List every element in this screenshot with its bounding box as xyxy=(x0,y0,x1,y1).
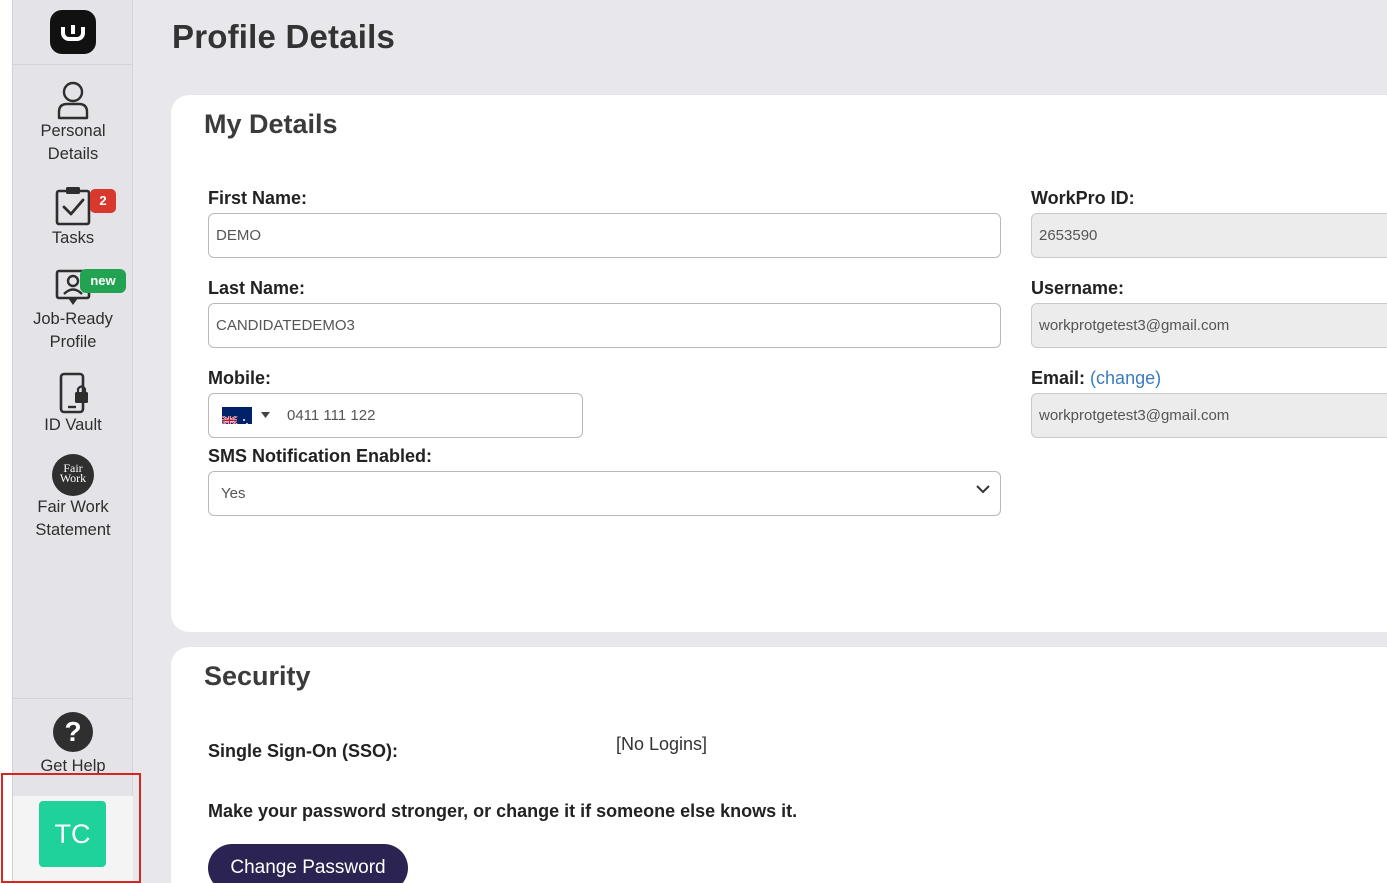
sidebar-item-label: Personal xyxy=(40,122,106,140)
sidebar: Personal Details 2 Tasks new Job-Ready P… xyxy=(13,0,133,883)
email-field: workprotgetest3@gmail.com xyxy=(1031,393,1387,438)
mobile-number-value: 0411 111 122 xyxy=(287,407,376,424)
help-question-icon: ? xyxy=(53,712,93,752)
sidebar-item-label: Get Help xyxy=(40,757,106,775)
sso-label: Single Sign-On (SSO): xyxy=(208,741,398,761)
first-name-field[interactable]: DEMO xyxy=(208,213,1001,258)
sidebar-divider xyxy=(13,698,133,699)
sidebar-item-label: Tasks xyxy=(51,229,95,247)
chevron-down-icon xyxy=(976,485,990,494)
section-title: My Details xyxy=(204,109,338,139)
sms-label: SMS Notification Enabled: xyxy=(208,446,433,466)
logo-text: Work xyxy=(59,471,87,485)
logo-area xyxy=(13,0,132,65)
email-label: Email: xyxy=(1031,368,1086,388)
user-avatar-area: TC xyxy=(13,796,133,883)
last-name-field[interactable]: CANDIDATEDEMO3 xyxy=(208,303,1001,348)
phone-lock-icon xyxy=(59,372,88,414)
security-card: Security Single Sign-On (SSO): [No Login… xyxy=(171,647,1387,883)
new-badge: new xyxy=(80,269,126,293)
sidebar-item-tasks[interactable]: 2 Tasks xyxy=(13,185,133,250)
sidebar-item-get-help[interactable]: ? Get Help xyxy=(13,712,133,778)
sidebar-item-label: Details xyxy=(47,145,99,163)
tasks-count-badge: 2 xyxy=(90,189,116,213)
sms-notification-select[interactable]: Yes xyxy=(208,471,1001,516)
sidebar-item-fair-work-statement[interactable]: Fair Work Fair Work Statement xyxy=(13,454,133,542)
workpro-id-field: 2653590 xyxy=(1031,213,1387,258)
section-title: Security xyxy=(204,661,311,691)
sidebar-item-label: ID Vault xyxy=(44,416,102,434)
mobile-label: Mobile: xyxy=(208,368,271,388)
email-label-row: Email: (change) xyxy=(1031,368,1161,389)
username-label: Username: xyxy=(1031,278,1125,298)
email-change-link[interactable]: (change) xyxy=(1090,368,1161,388)
sidebar-item-label: Statement xyxy=(35,521,111,539)
username-field: workprotgetest3@gmail.com xyxy=(1031,303,1387,348)
caret-down-icon[interactable] xyxy=(261,412,270,418)
workpro-id-label: WorkPro ID: xyxy=(1031,188,1135,208)
sso-value: [No Logins] xyxy=(616,734,708,754)
sidebar-item-label: Job-Ready xyxy=(33,310,113,328)
task-checklist-icon xyxy=(55,187,91,226)
sidebar-item-job-ready-profile[interactable]: new Job-Ready Profile xyxy=(13,268,133,354)
avatar[interactable]: TC xyxy=(39,801,106,867)
fair-work-logo-icon: Fair Work xyxy=(52,454,94,496)
first-name-label: First Name: xyxy=(208,188,308,208)
app-logo-icon[interactable] xyxy=(49,10,96,54)
person-icon xyxy=(57,81,89,120)
password-hint: Make your password stronger, or change i… xyxy=(208,801,798,821)
change-password-button[interactable]: Change Password xyxy=(208,844,408,883)
sms-selected-value: Yes xyxy=(221,485,246,502)
sidebar-item-label: Profile xyxy=(49,333,97,351)
sidebar-item-label: Fair Work xyxy=(37,498,109,516)
last-name-label: Last Name: xyxy=(208,278,306,298)
sidebar-item-id-vault[interactable]: ID Vault xyxy=(13,372,133,437)
mobile-field[interactable]: 0411 111 122 xyxy=(208,393,583,438)
window-edge xyxy=(0,0,13,883)
sidebar-item-personal-details[interactable]: Personal Details xyxy=(13,80,133,166)
australia-flag-icon[interactable] xyxy=(222,407,252,424)
my-details-card: My Details First Name: DEMO Last Name: C… xyxy=(171,95,1387,632)
page-title: Profile Details xyxy=(172,18,396,55)
